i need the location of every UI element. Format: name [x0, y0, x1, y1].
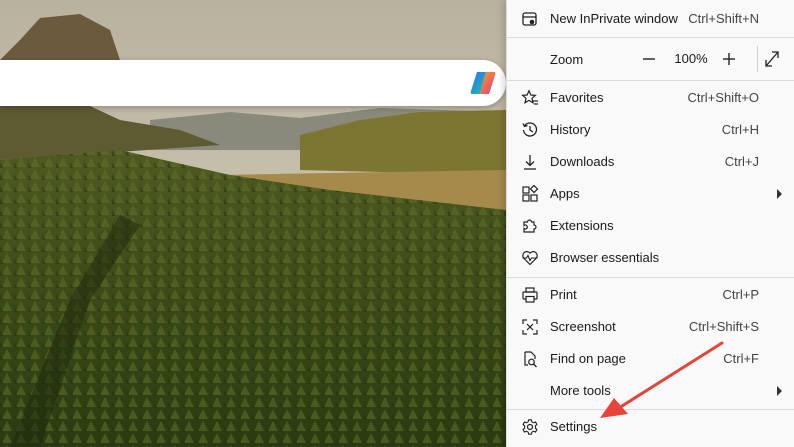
- search-bar[interactable]: [0, 60, 506, 106]
- zoom-separator: [757, 46, 758, 72]
- menu-item-label: Favorites: [550, 90, 604, 105]
- browser-settings-menu: New InPrivate window Ctrl+Shift+N Zoom 1…: [506, 0, 794, 447]
- menu-item-screenshot[interactable]: Screenshot Ctrl+Shift+S: [507, 311, 794, 343]
- menu-item-shortcut: Ctrl+Shift+N: [688, 11, 759, 26]
- menu-item-new-inprivate-window[interactable]: New InPrivate window Ctrl+Shift+N: [507, 3, 794, 35]
- menu-item-find-on-page[interactable]: Find on page Ctrl+F: [507, 343, 794, 375]
- zoom-label: Zoom: [550, 52, 584, 67]
- menu-item-shortcut: Ctrl+F: [723, 351, 759, 366]
- inprivate-window-icon: [521, 10, 539, 28]
- menu-item-print[interactable]: Print Ctrl+P: [507, 279, 794, 311]
- menu-item-label: Settings: [550, 419, 597, 434]
- zoom-value: 100%: [674, 51, 708, 66]
- menu-item-label: More tools: [550, 383, 611, 398]
- menu-item-shortcut: Ctrl+P: [722, 287, 759, 302]
- printer-icon: [521, 286, 539, 304]
- menu-item-more-tools[interactable]: More tools: [507, 375, 794, 407]
- menu-divider: [507, 37, 794, 38]
- menu-item-shortcut: Ctrl+Shift+O: [687, 90, 759, 105]
- menu-divider: [507, 277, 794, 278]
- fullscreen-icon[interactable]: [759, 47, 785, 71]
- download-icon: [521, 153, 539, 171]
- history-icon: [521, 121, 539, 139]
- zoom-row: Zoom 100%: [507, 40, 794, 78]
- menu-item-label: Browser essentials: [550, 250, 660, 265]
- apps-icon: [521, 185, 539, 203]
- heart-pulse-icon: [521, 249, 539, 267]
- menu-item-label: Downloads: [550, 154, 615, 169]
- menu-item-label: History: [550, 122, 591, 137]
- extensions-puzzle-icon: [521, 217, 539, 235]
- menu-item-label: Apps: [550, 186, 580, 201]
- menu-item-shortcut: Ctrl+J: [724, 154, 759, 169]
- menu-item-favorites[interactable]: Favorites Ctrl+Shift+O: [507, 82, 794, 114]
- copilot-icon[interactable]: [468, 68, 498, 98]
- menu-item-shortcut: Ctrl+Shift+S: [688, 319, 759, 334]
- favorites-star-icon: [521, 89, 539, 107]
- menu-item-label: New InPrivate window: [550, 11, 678, 26]
- menu-item-browser-essentials[interactable]: Browser essentials: [507, 242, 794, 274]
- minus-icon[interactable]: [636, 47, 662, 71]
- menu-item-settings[interactable]: Settings: [507, 411, 794, 443]
- find-on-page-icon: [521, 350, 539, 368]
- menu-item-extensions[interactable]: Extensions: [507, 210, 794, 242]
- menu-item-downloads[interactable]: Downloads Ctrl+J: [507, 146, 794, 178]
- screenshot-icon: [521, 318, 539, 336]
- menu-item-apps[interactable]: Apps: [507, 178, 794, 210]
- menu-item-label: Find on page: [550, 351, 626, 366]
- gear-icon: [521, 418, 539, 436]
- menu-item-label: Print: [550, 287, 577, 302]
- menu-item-label: Extensions: [550, 218, 614, 233]
- menu-divider: [507, 80, 794, 81]
- menu-item-shortcut: Ctrl+H: [721, 122, 759, 137]
- menu-item-label: Screenshot: [550, 319, 616, 334]
- plus-icon[interactable]: [716, 47, 742, 71]
- chevron-right-icon: [777, 386, 782, 396]
- menu-divider: [507, 409, 794, 410]
- menu-item-history[interactable]: History Ctrl+H: [507, 114, 794, 146]
- chevron-right-icon: [777, 189, 782, 199]
